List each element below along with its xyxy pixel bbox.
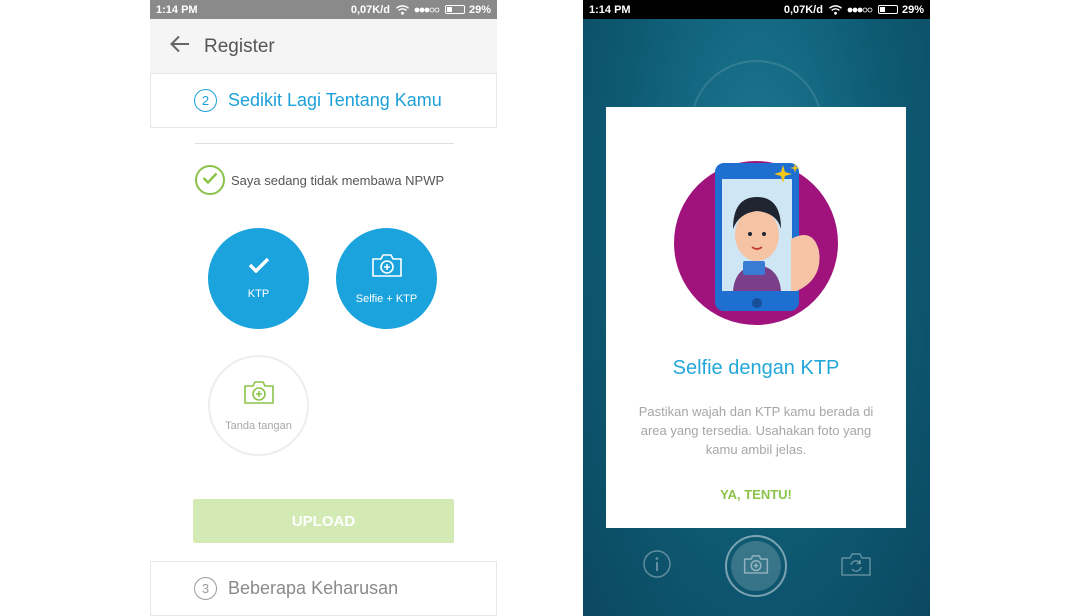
step-3-header[interactable]: 3 Beberapa Keharusan — [150, 561, 497, 616]
step-number: 3 — [194, 577, 217, 600]
dialog-body: Pastikan wajah dan KTP kamu berada di ar… — [638, 404, 874, 457]
step-number: 2 — [194, 89, 217, 112]
battery-icon — [444, 5, 465, 14]
camera-plus-icon — [371, 252, 403, 283]
status-time: 1:14 PM — [156, 3, 198, 16]
switch-camera-icon — [840, 551, 872, 582]
divider — [195, 143, 454, 144]
confirm-button[interactable]: YA, TENTU! — [606, 487, 906, 502]
shutter-button[interactable] — [725, 535, 787, 597]
wifi-icon — [396, 4, 409, 15]
register-screen: 1:14 PM 0,07K/d 29% Register 2 Sedikit L… — [150, 0, 497, 616]
battery-percent: 29% — [468, 3, 491, 16]
ktp-upload-button[interactable]: KTP — [208, 228, 309, 329]
npwp-checkbox[interactable] — [195, 165, 225, 195]
status-time: 1:14 PM — [589, 3, 631, 16]
status-bar: 1:14 PM 0,07K/d 29% — [150, 0, 497, 19]
step-2-header[interactable]: 2 Sedikit Lagi Tentang Kamu — [150, 73, 497, 128]
signature-upload-button[interactable]: Tanda tangan — [208, 355, 309, 456]
battery-icon — [877, 5, 898, 14]
npwp-checkbox-row[interactable]: Saya sedang tidak membawa NPWP — [195, 165, 444, 195]
camera-plus-icon — [243, 379, 275, 410]
battery-percent: 29% — [901, 3, 924, 16]
back-arrow-icon — [170, 35, 190, 58]
selfie-instruction-dialog: Selfie dengan KTP Pastikan wajah dan KTP… — [606, 107, 906, 528]
info-icon — [642, 549, 672, 584]
step-title: Beberapa Keharusan — [228, 578, 399, 598]
page-title: Register — [204, 35, 275, 57]
selfie-ktp-upload-button[interactable]: Selfie + KTP — [336, 228, 437, 329]
check-icon — [202, 171, 218, 189]
status-speed: 0,07K/d — [350, 3, 390, 16]
status-speed: 0,07K/d — [783, 3, 823, 16]
npwp-label: Saya sedang tidak membawa NPWP — [231, 172, 445, 188]
shutter-camera-icon — [743, 553, 769, 580]
dialog-title: Selfie dengan KTP — [672, 357, 840, 379]
app-bar: Register — [150, 19, 497, 74]
camera-screen: 1:14 PM 0,07K/d 29% Selfie dengan KTP Pa… — [583, 0, 930, 616]
switch-camera-button[interactable] — [839, 550, 873, 582]
wifi-icon — [829, 4, 842, 15]
selfie-illustration — [673, 161, 839, 330]
info-button[interactable] — [641, 549, 673, 584]
selfie-ktp-label: Selfie + KTP — [355, 293, 418, 305]
check-icon — [248, 257, 270, 278]
upload-button[interactable]: UPLOAD — [193, 499, 454, 543]
back-button[interactable] — [160, 27, 200, 67]
signature-label: Tanda tangan — [225, 420, 292, 432]
signal-icon — [414, 7, 440, 13]
signal-icon — [847, 7, 873, 13]
ktp-label: KTP — [247, 288, 270, 300]
step-title: Sedikit Lagi Tentang Kamu — [228, 90, 442, 110]
status-bar: 1:14 PM 0,07K/d 29% — [583, 0, 930, 19]
